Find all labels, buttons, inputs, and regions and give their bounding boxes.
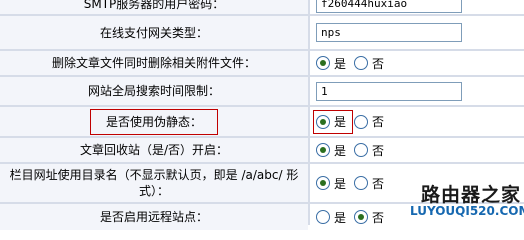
category-dir-url-no-option[interactable]: 否 — [354, 175, 384, 192]
setting-label: 网站全局搜索时间限制： — [0, 77, 308, 105]
radio-selected-icon[interactable] — [316, 176, 330, 190]
option-label: 是 — [334, 210, 347, 225]
setting-label: 文章回收站（是/否）开启： — [0, 138, 308, 162]
radio-selected-icon[interactable] — [316, 114, 330, 129]
table-row: 文章回收站（是/否）开启： 是 否 — [0, 138, 524, 162]
radio-unselected-icon[interactable] — [354, 114, 369, 129]
table-row: 删除文章文件同时删除相关附件文件： 是 否 — [0, 51, 524, 75]
table-row: 是否使用伪静态： 是 否 — [0, 107, 524, 136]
pseudo-static-no-option[interactable]: 否 — [354, 113, 384, 130]
setting-label-line2: 式）： — [138, 184, 169, 198]
radio-unselected-icon[interactable] — [354, 143, 369, 157]
remote-site-yes-option[interactable]: 是 — [316, 209, 346, 226]
option-label: 是 — [334, 176, 347, 191]
setting-label: 是否启用远程站点： — [0, 204, 308, 230]
option-label: 否 — [372, 143, 385, 158]
option-label: 否 — [372, 176, 385, 191]
radio-unselected-icon[interactable] — [354, 176, 369, 190]
option-label: 否 — [372, 210, 385, 225]
remote-site-no-option[interactable]: 否 — [354, 209, 384, 226]
radio-unselected-icon[interactable] — [354, 56, 369, 70]
setting-label: SMTP服务器的用户密码： — [0, 0, 308, 14]
category-dir-url-yes-option[interactable]: 是 — [316, 175, 346, 192]
option-label: 是 — [334, 143, 347, 158]
radio-unselected-icon[interactable] — [316, 210, 330, 224]
delete-attachments-no-option[interactable]: 否 — [354, 55, 384, 72]
search-time-limit-field[interactable]: 1 — [316, 81, 462, 101]
option-label: 否 — [372, 115, 385, 129]
recycle-bin-no-option[interactable]: 否 — [354, 142, 384, 159]
option-label: 否 — [372, 56, 385, 71]
setting-label: 是否使用伪静态： — [0, 107, 308, 136]
setting-label: 删除文章文件同时删除相关附件文件： — [0, 51, 308, 75]
watermark-url: LUYOUQI520.COM — [410, 204, 524, 218]
option-label: 是 — [334, 56, 347, 71]
table-row: SMTP服务器的用户密码： f260444huxiao — [0, 0, 524, 14]
table-row: 在线支付网关类型： nps — [0, 16, 524, 49]
recycle-bin-yes-option[interactable]: 是 — [316, 142, 346, 159]
smtp-password-field[interactable]: f260444huxiao — [316, 0, 462, 13]
settings-table: SMTP服务器的用户密码： f260444huxiao 在线支付网关类型： np… — [0, 0, 524, 230]
radio-selected-icon[interactable] — [316, 56, 330, 70]
table-row: 网站全局搜索时间限制： 1 — [0, 77, 524, 105]
setting-label: 在线支付网关类型： — [0, 16, 308, 49]
pseudo-static-yes-option[interactable]: 是 — [316, 113, 346, 130]
setting-label-line1: 栏目网址使用目录名（不显示默认页，即是 /a/abc/ 形 — [9, 168, 299, 182]
delete-attachments-yes-option[interactable]: 是 — [316, 55, 346, 72]
payment-gateway-type-field[interactable]: nps — [316, 23, 462, 42]
setting-label: 栏目网址使用目录名（不显示默认页，即是 /a/abc/ 形 式）： — [0, 164, 308, 202]
option-label: 是 — [334, 115, 347, 129]
radio-selected-icon[interactable] — [316, 143, 330, 157]
watermark-title: 路由器之家 — [421, 184, 522, 206]
radio-selected-icon[interactable] — [354, 210, 369, 224]
